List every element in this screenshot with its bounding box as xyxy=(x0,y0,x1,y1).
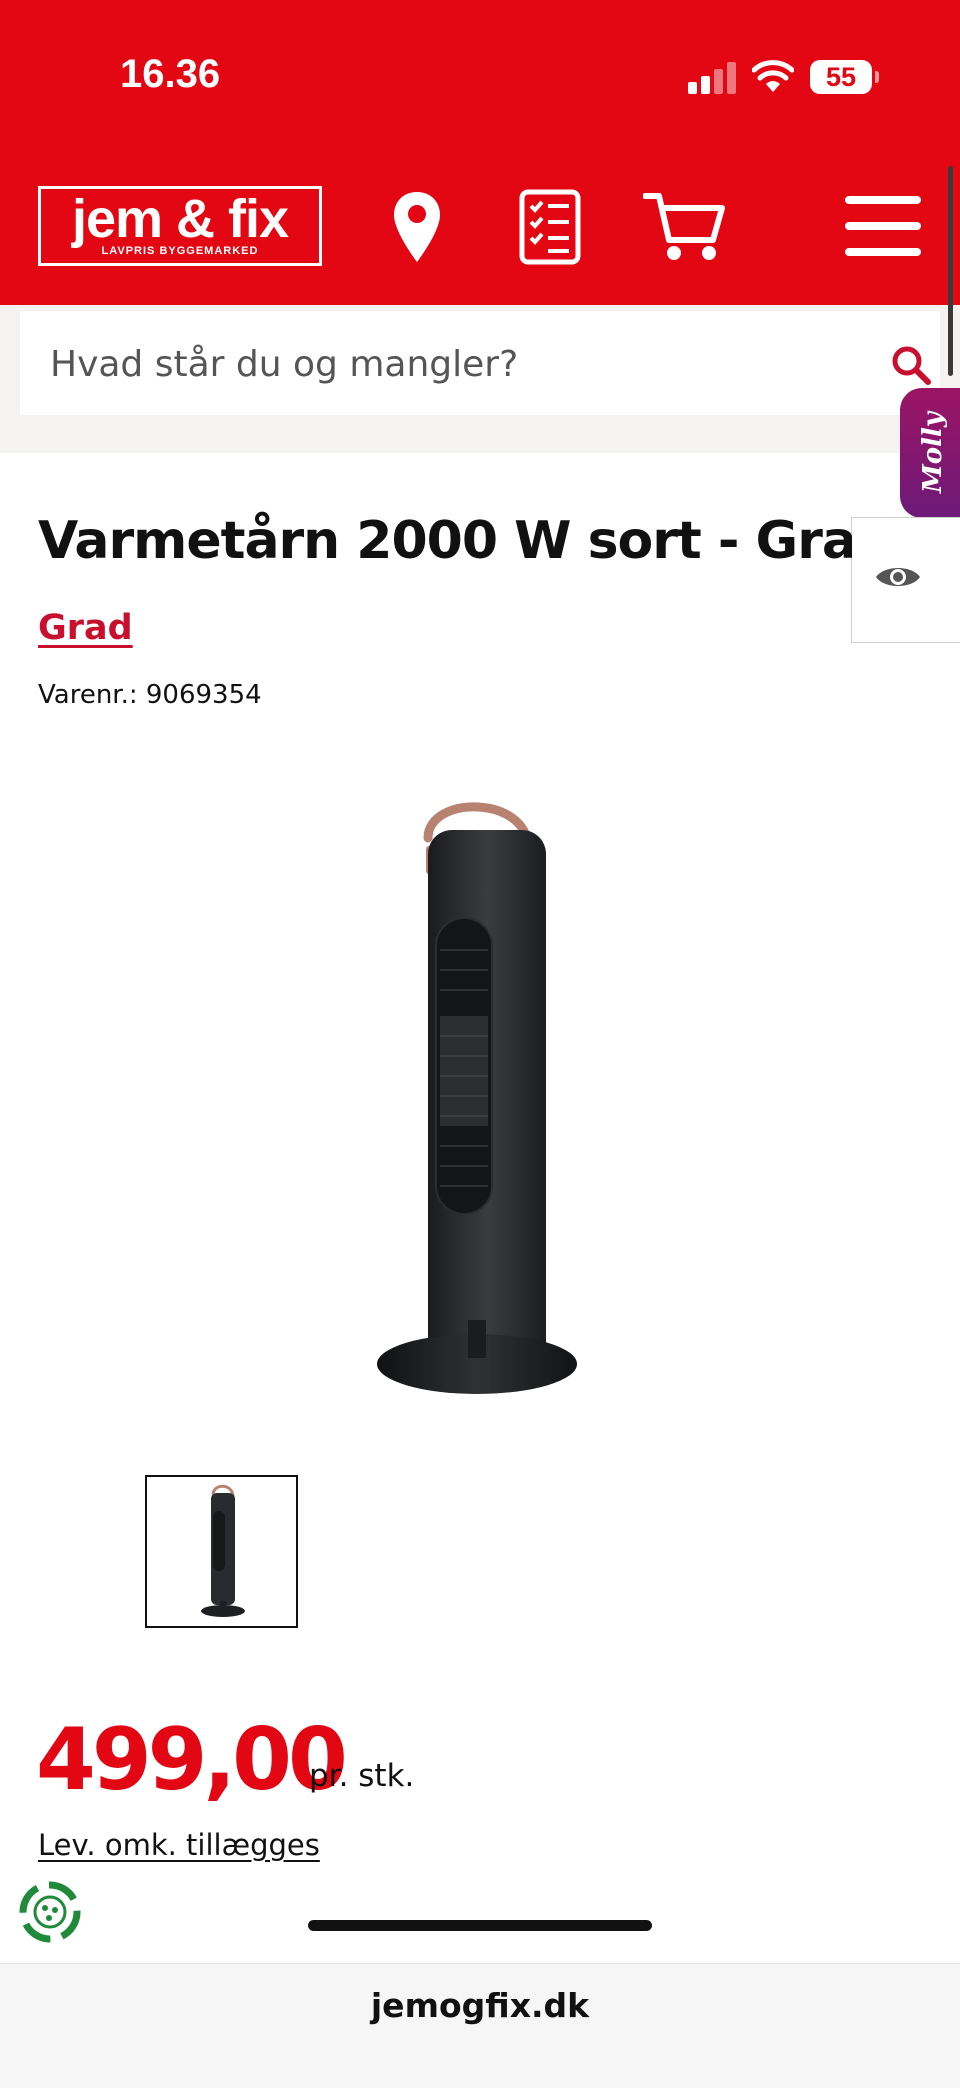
site-header: 16.36 55 jem & fix LAVPRIS BYGGEMARKED xyxy=(0,0,960,305)
logo-text: jem & fix xyxy=(71,189,289,249)
battery-indicator: 55 xyxy=(810,60,879,94)
chat-assistant-tab[interactable]: Molly xyxy=(900,388,960,518)
thumbnail-image xyxy=(201,1484,245,1617)
wifi-icon xyxy=(752,60,794,92)
browser-address-bar[interactable]: jemogfix.dk xyxy=(0,1963,960,2088)
home-indicator xyxy=(308,1920,652,1931)
shopping-list-icon[interactable] xyxy=(519,189,581,265)
site-logo[interactable]: jem & fix LAVPRIS BYGGEMARKED xyxy=(38,186,322,266)
product-image[interactable] xyxy=(360,790,600,1410)
product-thumbnail[interactable] xyxy=(145,1475,298,1628)
eye-icon xyxy=(876,568,920,586)
eco-badge-icon[interactable] xyxy=(16,1878,84,1946)
page-url[interactable]: jemogfix.dk xyxy=(0,1986,960,2025)
search-container xyxy=(20,311,940,417)
scrollbar[interactable] xyxy=(948,166,953,376)
search-input[interactable] xyxy=(48,311,852,417)
product-title: Varmetårn 2000 W sort - Grad xyxy=(38,511,852,571)
recently-viewed-button[interactable] xyxy=(851,517,960,643)
search-bar xyxy=(0,305,960,453)
product-price: 499,00 xyxy=(36,1710,348,1810)
location-pin-icon[interactable] xyxy=(392,190,442,264)
brand-link[interactable]: Grad xyxy=(38,608,133,648)
assistant-label: Molly xyxy=(918,412,948,494)
price-unit: pr. stk. xyxy=(309,1758,415,1794)
search-icon[interactable] xyxy=(890,344,932,386)
status-time: 16.36 xyxy=(120,52,221,96)
item-number: Varenr.: 9069354 xyxy=(38,680,262,710)
menu-icon[interactable] xyxy=(845,194,921,258)
cart-icon[interactable] xyxy=(643,190,725,262)
cellular-signal-icon xyxy=(688,62,736,94)
shipping-cost-link[interactable]: Lev. omk. tillægges xyxy=(38,1828,320,1862)
